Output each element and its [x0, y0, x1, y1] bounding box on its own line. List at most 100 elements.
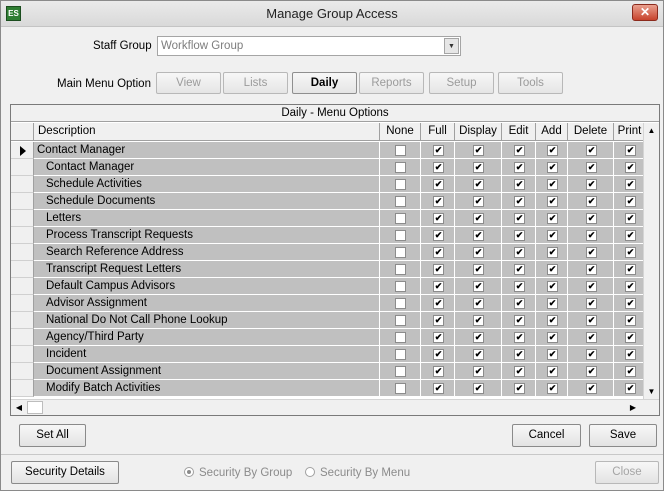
- row-description[interactable]: National Do Not Call Phone Lookup: [34, 312, 380, 329]
- permission-checkbox[interactable]: ✔: [433, 179, 444, 190]
- row-indicator[interactable]: [11, 346, 34, 363]
- permission-checkbox[interactable]: ✔: [433, 349, 444, 360]
- permission-checkbox[interactable]: ✔: [514, 247, 525, 258]
- permission-checkbox[interactable]: ✔: [586, 315, 597, 326]
- table-row[interactable]: Agency/Third Party ✔ ✔ ✔ ✔ ✔ ✔: [11, 329, 646, 346]
- permission-checkbox[interactable]: ✔: [547, 247, 558, 258]
- permission-checkbox[interactable]: ✔: [473, 247, 484, 258]
- security-by-menu-radio[interactable]: Security By Menu: [305, 467, 410, 479]
- permission-checkbox[interactable]: ✔: [547, 298, 558, 309]
- menu-option-setup-button[interactable]: Setup: [429, 72, 494, 94]
- row-indicator[interactable]: [11, 176, 34, 193]
- security-by-group-radio[interactable]: Security By Group: [184, 467, 292, 479]
- scroll-left-icon[interactable]: ◀: [11, 400, 27, 415]
- table-row[interactable]: Process Transcript Requests ✔ ✔ ✔ ✔ ✔ ✔: [11, 227, 646, 244]
- permission-checkbox[interactable]: ✔: [433, 145, 444, 156]
- row-description[interactable]: Process Transcript Requests: [34, 227, 380, 244]
- permission-checkbox[interactable]: ✔: [625, 179, 636, 190]
- row-description[interactable]: Schedule Documents: [34, 193, 380, 210]
- permission-checkbox[interactable]: ✔: [586, 298, 597, 309]
- row-description[interactable]: Transcript Request Letters: [34, 261, 380, 278]
- menu-option-lists-button[interactable]: Lists: [223, 72, 288, 94]
- column-header-delete[interactable]: Delete: [568, 123, 614, 141]
- table-row[interactable]: Schedule Activities ✔ ✔ ✔ ✔ ✔ ✔: [11, 176, 646, 193]
- column-header-full[interactable]: Full: [421, 123, 455, 141]
- permission-checkbox[interactable]: [395, 281, 406, 292]
- permission-checkbox[interactable]: [395, 213, 406, 224]
- permission-checkbox[interactable]: ✔: [514, 213, 525, 224]
- row-description[interactable]: Contact Manager: [34, 142, 380, 159]
- permission-checkbox[interactable]: ✔: [473, 383, 484, 394]
- permission-checkbox[interactable]: ✔: [473, 366, 484, 377]
- staff-group-select[interactable]: Workflow Group ▼: [157, 36, 461, 56]
- permission-checkbox[interactable]: ✔: [514, 179, 525, 190]
- row-description[interactable]: Incident: [34, 346, 380, 363]
- chevron-down-icon[interactable]: ▼: [444, 38, 459, 54]
- permission-checkbox[interactable]: ✔: [514, 264, 525, 275]
- permission-checkbox[interactable]: [395, 349, 406, 360]
- row-indicator[interactable]: [11, 295, 34, 312]
- table-row[interactable]: Letters ✔ ✔ ✔ ✔ ✔ ✔: [11, 210, 646, 227]
- permission-checkbox[interactable]: ✔: [625, 332, 636, 343]
- menu-option-daily-button[interactable]: Daily: [292, 72, 357, 94]
- permission-checkbox[interactable]: ✔: [514, 366, 525, 377]
- permission-checkbox[interactable]: ✔: [433, 247, 444, 258]
- permission-checkbox[interactable]: ✔: [473, 281, 484, 292]
- security-details-button[interactable]: Security Details: [11, 461, 119, 484]
- permission-checkbox[interactable]: ✔: [547, 315, 558, 326]
- permission-checkbox[interactable]: ✔: [433, 332, 444, 343]
- row-description[interactable]: Advisor Assignment: [34, 295, 380, 312]
- permission-checkbox[interactable]: ✔: [473, 349, 484, 360]
- permission-checkbox[interactable]: ✔: [514, 162, 525, 173]
- row-description[interactable]: Modify Batch Activities: [34, 380, 380, 397]
- permission-checkbox[interactable]: ✔: [473, 332, 484, 343]
- permission-checkbox[interactable]: ✔: [625, 349, 636, 360]
- table-row[interactable]: Incident ✔ ✔ ✔ ✔ ✔ ✔: [11, 346, 646, 363]
- permission-checkbox[interactable]: ✔: [433, 315, 444, 326]
- row-indicator[interactable]: [11, 380, 34, 397]
- scroll-right-icon[interactable]: ▶: [625, 400, 641, 415]
- permission-checkbox[interactable]: ✔: [473, 179, 484, 190]
- permission-checkbox[interactable]: ✔: [514, 298, 525, 309]
- menu-options-grid[interactable]: Daily - Menu Options Description None Full…: [10, 104, 660, 416]
- permission-checkbox[interactable]: ✔: [625, 264, 636, 275]
- permission-checkbox[interactable]: ✔: [514, 349, 525, 360]
- row-indicator[interactable]: [11, 210, 34, 227]
- row-indicator[interactable]: [11, 142, 34, 159]
- permission-checkbox[interactable]: ✔: [625, 230, 636, 241]
- column-header-print[interactable]: Print: [614, 123, 646, 141]
- permission-checkbox[interactable]: ✔: [433, 230, 444, 241]
- permission-checkbox[interactable]: [395, 145, 406, 156]
- permission-checkbox[interactable]: [395, 196, 406, 207]
- permission-checkbox[interactable]: ✔: [586, 264, 597, 275]
- permission-checkbox[interactable]: ✔: [473, 315, 484, 326]
- table-row[interactable]: Schedule Documents ✔ ✔ ✔ ✔ ✔ ✔: [11, 193, 646, 210]
- permission-checkbox[interactable]: ✔: [473, 196, 484, 207]
- permission-checkbox[interactable]: ✔: [473, 213, 484, 224]
- permission-checkbox[interactable]: ✔: [625, 298, 636, 309]
- permission-checkbox[interactable]: ✔: [625, 315, 636, 326]
- permission-checkbox[interactable]: ✔: [433, 213, 444, 224]
- save-button[interactable]: Save: [589, 424, 657, 447]
- permission-checkbox[interactable]: [395, 366, 406, 377]
- permission-checkbox[interactable]: [395, 264, 406, 275]
- menu-option-view-button[interactable]: View: [156, 72, 221, 94]
- permission-checkbox[interactable]: ✔: [473, 145, 484, 156]
- permission-checkbox[interactable]: ✔: [625, 247, 636, 258]
- table-row[interactable]: Advisor Assignment ✔ ✔ ✔ ✔ ✔ ✔: [11, 295, 646, 312]
- row-description[interactable]: Schedule Activities: [34, 176, 380, 193]
- table-row[interactable]: Contact Manager ✔ ✔ ✔ ✔ ✔ ✔: [11, 142, 646, 159]
- row-description[interactable]: Default Campus Advisors: [34, 278, 380, 295]
- row-description[interactable]: Document Assignment: [34, 363, 380, 380]
- table-row[interactable]: Transcript Request Letters ✔ ✔ ✔ ✔ ✔ ✔: [11, 261, 646, 278]
- permission-checkbox[interactable]: ✔: [547, 366, 558, 377]
- permission-checkbox[interactable]: [395, 179, 406, 190]
- column-header-none[interactable]: None: [380, 123, 421, 141]
- permission-checkbox[interactable]: ✔: [586, 366, 597, 377]
- permission-checkbox[interactable]: ✔: [586, 230, 597, 241]
- permission-checkbox[interactable]: ✔: [547, 213, 558, 224]
- permission-checkbox[interactable]: ✔: [625, 213, 636, 224]
- permission-checkbox[interactable]: ✔: [433, 196, 444, 207]
- permission-checkbox[interactable]: ✔: [586, 349, 597, 360]
- permission-checkbox[interactable]: ✔: [586, 332, 597, 343]
